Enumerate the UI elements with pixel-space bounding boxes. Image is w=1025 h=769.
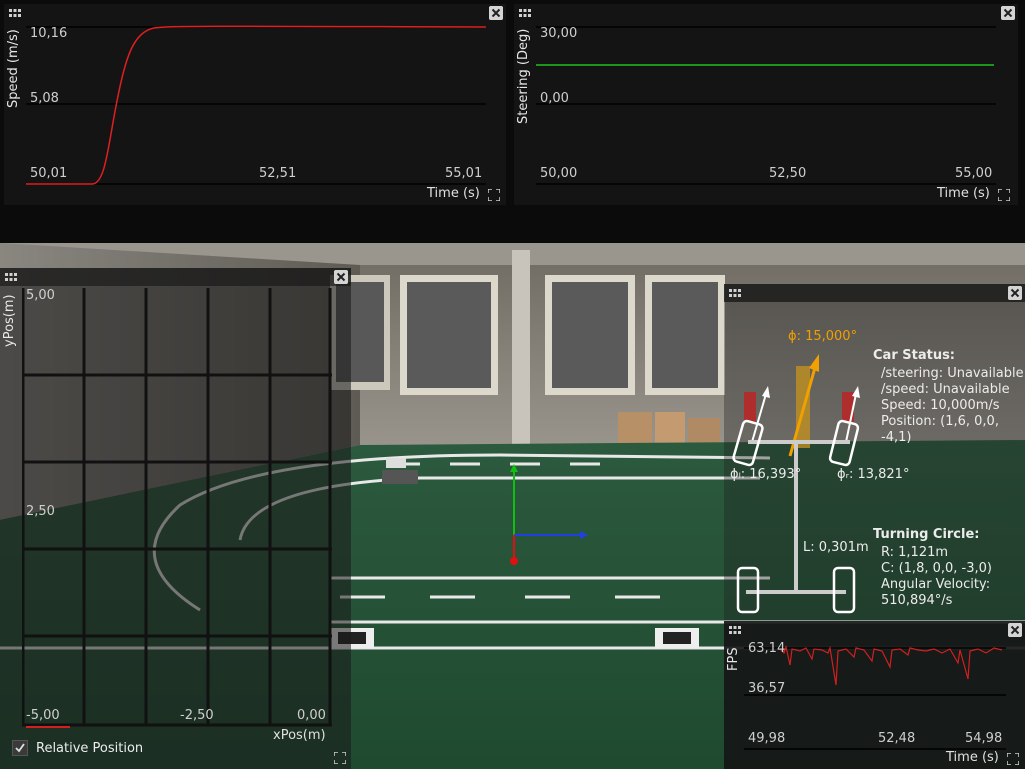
grip-icon[interactable]: [9, 9, 21, 17]
angular-velocity-value: 510,894°/s: [881, 593, 953, 608]
relative-position-label[interactable]: Relative Position: [36, 741, 143, 756]
x-tick: 52,51: [259, 166, 297, 181]
position-plot: [22, 288, 332, 728]
angular-velocity-label: Angular Velocity:: [881, 577, 991, 592]
close-icon[interactable]: [1001, 6, 1015, 20]
x-tick: -5,00: [26, 708, 60, 723]
grip-icon[interactable]: [729, 289, 741, 297]
speed-series-line: [26, 25, 486, 185]
x-tick: 52,50: [769, 166, 807, 181]
x-tick: 55,00: [955, 166, 993, 181]
steering-panel-titlebar[interactable]: [514, 4, 1018, 22]
turning-circle-title: Turning Circle:: [873, 527, 980, 542]
position-value: Position: (1,6, 0,0,: [881, 414, 999, 429]
turning-center: C: (1,8, 0,0, -3,0): [881, 561, 992, 576]
car-status-panel: ϕ: 15,000° ϕₗ: 16,393° ϕᵣ: 13,821° L: 0,…: [724, 284, 1025, 620]
x-tick: 52,48: [878, 731, 916, 746]
x-tick: 50,00: [540, 166, 578, 181]
wheelbase-label: L: 0,301m: [803, 540, 869, 555]
left-wheel-angle: ϕₗ: 16,393°: [730, 467, 802, 482]
x-axis-label: Time (s): [427, 186, 480, 201]
speed-plot: [26, 25, 486, 185]
fps-series-line: [779, 644, 1003, 686]
steering-topic: /steering: Unavailable: [881, 366, 1024, 381]
y-axis-label: Steering (Deg): [516, 28, 531, 124]
ackermann-diagram: [732, 354, 860, 614]
speed-chart-panel: Speed (m/s) 10,16 5,08 50,01 52,51 55,01…: [4, 4, 506, 205]
y-tick: 30,00: [540, 26, 578, 41]
expand-icon[interactable]: [998, 189, 1010, 201]
y-axis-label: yPos(m): [2, 294, 17, 347]
fps-chart-panel: FPS 63,14 36,57 49,98 52,48 54,98 Time (…: [724, 621, 1025, 769]
car-status-titlebar[interactable]: [724, 284, 1025, 302]
right-wheel-angle: ϕᵣ: 13,821°: [837, 467, 910, 482]
fps-panel-titlebar[interactable]: [724, 621, 1025, 639]
x-tick: 0,00: [297, 708, 326, 723]
y-tick: 10,16: [30, 26, 68, 41]
close-icon[interactable]: [1008, 286, 1022, 300]
turning-radius: R: 1,121m: [881, 545, 949, 560]
wall-pillar: [512, 250, 530, 450]
x-tick: 55,01: [445, 166, 483, 181]
y-tick: 5,00: [26, 288, 55, 303]
close-icon[interactable]: [489, 6, 503, 20]
y-axis-label: Speed (m/s): [6, 29, 21, 108]
steering-chart-panel: Steering (Deg) 30,00 0,00 50,00 52,50 55…: [514, 4, 1018, 205]
y-tick: 50,01: [30, 166, 68, 181]
steering-plot: [536, 26, 996, 185]
y-tick: 5,08: [30, 91, 59, 106]
y-tick: 2,50: [26, 504, 55, 519]
y-tick: 36,57: [748, 681, 786, 696]
y-tick: 0,00: [540, 91, 569, 106]
relative-position-checkbox[interactable]: [12, 740, 28, 756]
x-tick: 49,98: [748, 731, 786, 746]
steering-angle-label: ϕ: 15,000°: [788, 329, 858, 344]
expand-icon[interactable]: [1007, 753, 1019, 765]
grip-icon[interactable]: [5, 273, 17, 281]
position-chart-panel: yPos(m) 5,00 2,50 -5,00 -2,50 0,00 xPos(…: [0, 268, 351, 769]
x-tick: -2,50: [180, 708, 214, 723]
y-axis-label: FPS: [726, 647, 741, 671]
speed-topic: /speed: Unavailable: [881, 382, 1010, 397]
car-status-title: Car Status:: [873, 348, 956, 363]
checkmark-icon: [15, 743, 25, 753]
x-tick: 54,98: [965, 731, 1003, 746]
close-icon[interactable]: [334, 270, 348, 284]
x-axis-label: xPos(m): [273, 728, 326, 743]
x-axis-label: Time (s): [946, 750, 999, 765]
grip-icon[interactable]: [729, 626, 741, 634]
expand-icon[interactable]: [488, 189, 500, 201]
x-axis-label: Time (s): [937, 186, 990, 201]
position-panel-titlebar[interactable]: [0, 268, 351, 286]
position-value-cont: -4,1): [881, 430, 912, 445]
grip-icon[interactable]: [519, 9, 531, 17]
close-icon[interactable]: [1008, 623, 1022, 637]
speed-panel-titlebar[interactable]: [4, 4, 506, 22]
right-wheel-marker: [842, 392, 854, 422]
speed-value: Speed: 10,000m/s: [881, 398, 1000, 413]
expand-icon[interactable]: [334, 752, 346, 764]
y-tick: 63,14: [748, 641, 786, 656]
left-wheel-marker: [744, 392, 756, 422]
